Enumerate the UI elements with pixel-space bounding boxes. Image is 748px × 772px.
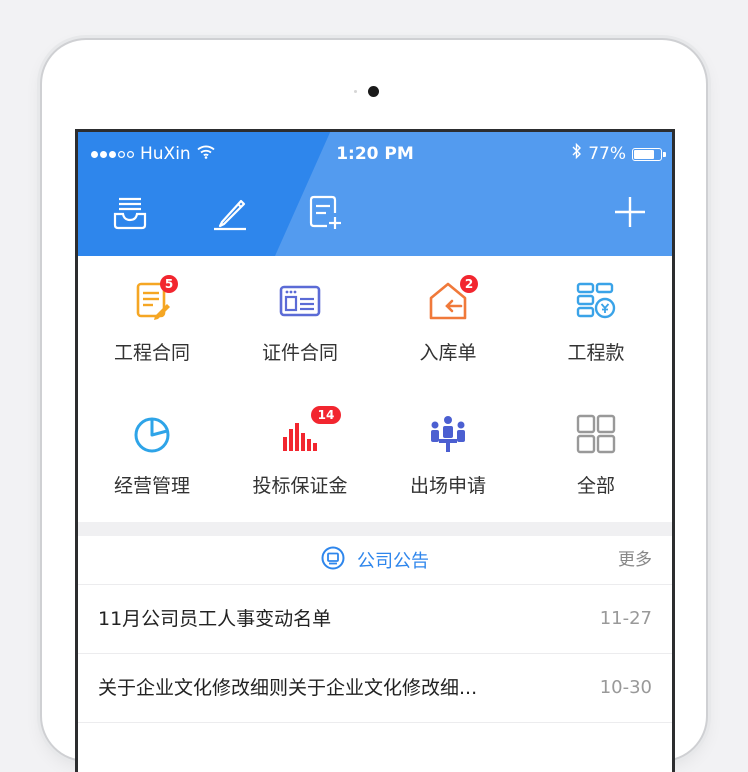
notice-item-date: 11-27 (599, 608, 652, 629)
inbox-icon (110, 192, 150, 236)
badge-engineering-contract: 5 (160, 275, 178, 293)
notice-item-title: 11月公司员工人事变动名单 (98, 608, 332, 630)
toolbar (78, 180, 672, 246)
payment-bricks-icon (575, 280, 617, 322)
app-label: 出场申请 (409, 475, 486, 497)
pencil-icon (210, 192, 250, 236)
app-label: 证件合同 (261, 342, 338, 364)
inbox-button[interactable] (108, 192, 152, 236)
front-sensor (354, 90, 357, 93)
app-label: 经营管理 (113, 475, 190, 497)
app-label: 工程合同 (113, 342, 190, 364)
new-document-icon (305, 192, 345, 236)
notice-title: 公司公告 (357, 551, 429, 572)
app-label: 全部 (576, 475, 615, 497)
app-exit-application[interactable]: 出场申请 (374, 389, 522, 522)
badge-bid-deposit: 14 (311, 406, 341, 424)
meeting-people-icon (427, 413, 469, 455)
app-label: 投标保证金 (252, 475, 348, 497)
notice-item-title: 关于企业文化修改细则关于企业文化修改细... (98, 677, 478, 699)
list-item[interactable]: 关于企业文化修改细则关于企业文化修改细... 10-30 (78, 654, 672, 723)
app-engineering-contract[interactable]: 5 工程合同 (78, 256, 226, 389)
certificate-card-icon (279, 280, 321, 322)
bluetooth-icon (572, 132, 582, 176)
badge-warehouse-entry: 2 (460, 275, 478, 293)
list-item[interactable]: 11月公司员工人事变动名单 11-27 (78, 585, 672, 654)
app-grid: 5 工程合同 证件合同 2 入库单 工程款 经营管理 14 投标保证金 出场申请… (78, 256, 672, 522)
ipad-frame: HuXin 1:20 PM 77% 5 工程合同 证件合同 2 入库单 工程款 … (42, 40, 706, 772)
plus-icon (610, 192, 650, 236)
app-business-management[interactable]: 经营管理 (78, 389, 226, 522)
new-document-button[interactable] (303, 192, 347, 236)
front-camera (368, 86, 379, 97)
app-label: 入库单 (419, 342, 477, 364)
notice-item-date: 10-30 (599, 677, 652, 698)
status-bar: HuXin 1:20 PM 77% (78, 132, 672, 176)
app-bid-deposit[interactable]: 14 投标保证金 (226, 389, 374, 522)
notice-board-icon (321, 546, 345, 575)
more-link[interactable]: 更多 (618, 536, 652, 584)
pie-chart-icon (131, 413, 173, 455)
app-certificate-contract[interactable]: 证件合同 (226, 256, 374, 389)
notice-header: 公司公告 更多 (78, 536, 672, 585)
section-divider (78, 522, 672, 536)
battery-percent: 77% (588, 144, 626, 164)
app-project-payment[interactable]: 工程款 (522, 256, 670, 389)
app-warehouse-entry[interactable]: 2 入库单 (374, 256, 522, 389)
app-screen: HuXin 1:20 PM 77% 5 工程合同 证件合同 2 入库单 工程款 … (78, 132, 672, 772)
app-all[interactable]: 全部 (522, 389, 670, 522)
edit-button[interactable] (208, 192, 252, 236)
grid-all-icon (575, 413, 617, 455)
app-header: HuXin 1:20 PM 77% (78, 132, 672, 256)
app-label: 工程款 (567, 342, 625, 364)
add-button[interactable] (608, 192, 652, 236)
battery-icon (632, 147, 666, 161)
